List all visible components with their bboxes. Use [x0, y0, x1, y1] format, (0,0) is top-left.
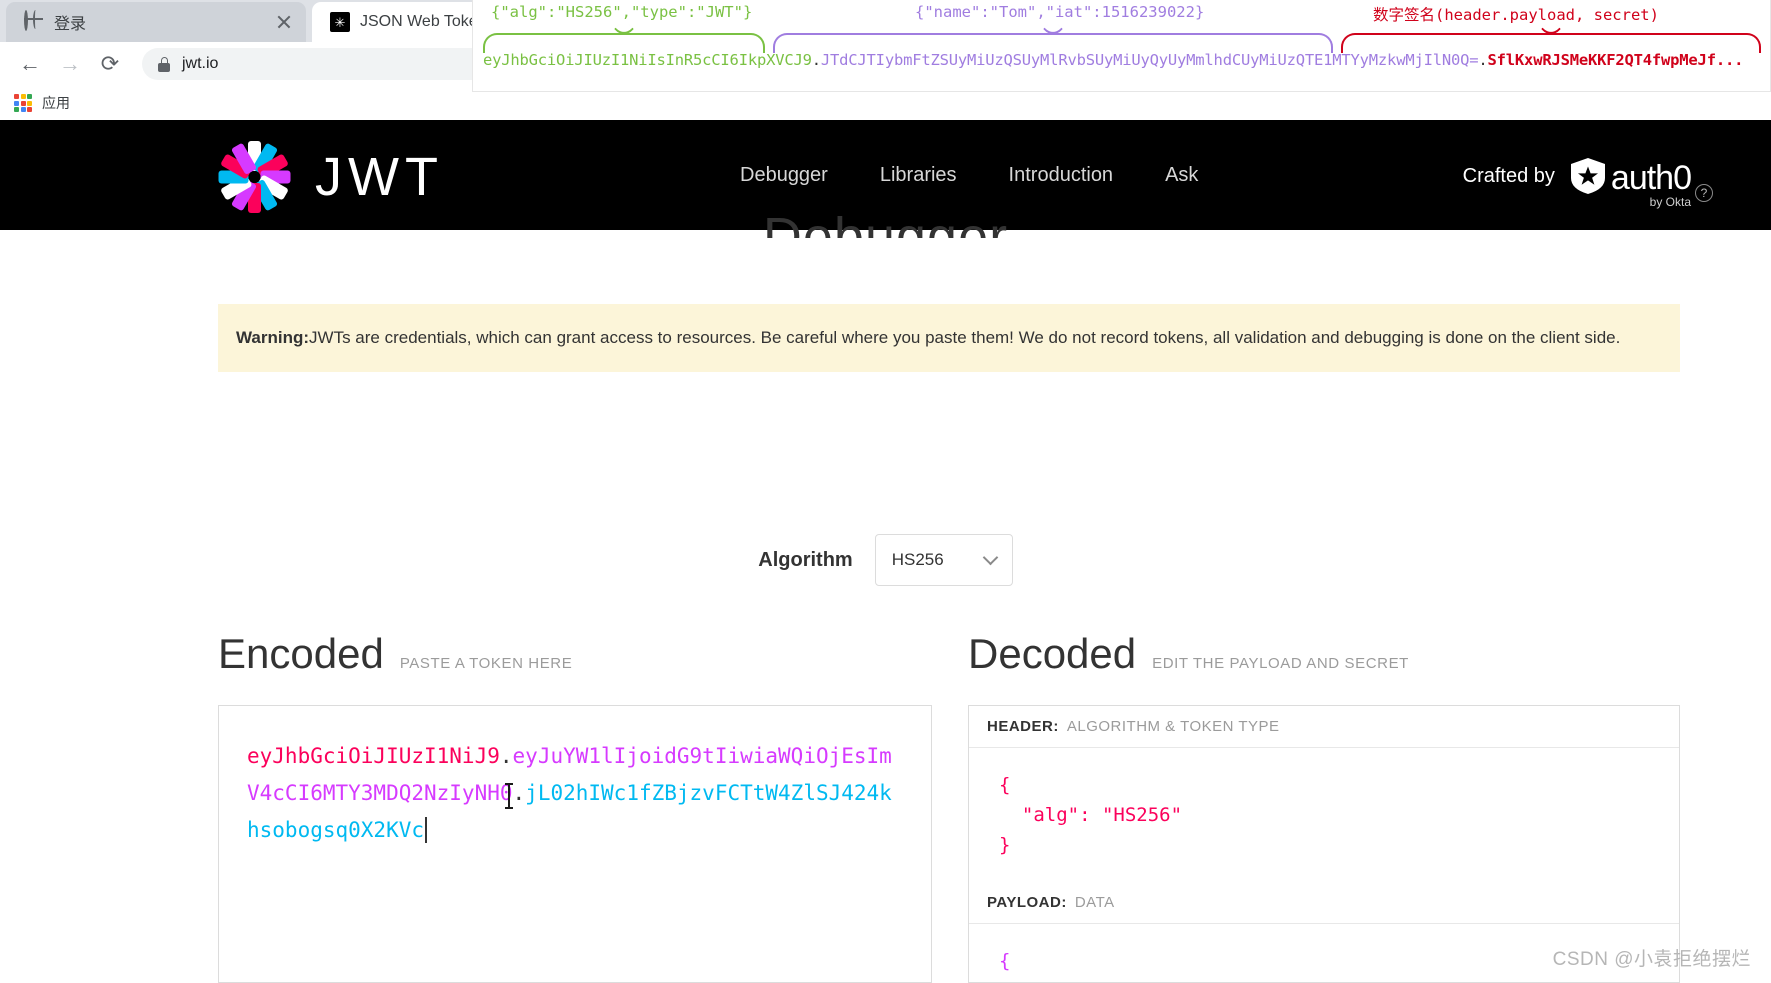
algorithm-row: Algorithm HS256	[0, 534, 1771, 586]
apps-grid-icon[interactable]	[14, 94, 32, 112]
jwt-favicon-icon: ✳	[330, 12, 350, 32]
screen: 登录 ✳ JSON Web Tokens - jwt.io ← → ⟳ jwt.…	[0, 0, 1771, 983]
browser-tab-login[interactable]: 登录	[6, 2, 306, 42]
encoded-panel[interactable]: eyJhbGciOiJIUzI1NiJ9.eyJuYW1lIjoidG9tIiw…	[218, 705, 932, 983]
jwt-logo-icon	[215, 138, 293, 216]
brace-header-icon	[483, 19, 765, 53]
auth0-logo[interactable]: auth0 by Okta	[1570, 158, 1692, 209]
jwt-wordmark: JWT	[315, 147, 444, 207]
help-icon[interactable]: ?	[1695, 184, 1713, 202]
overlay-token-signature: SflKxwRJSMeKKF2QT4fwpMeJf...	[1487, 51, 1744, 69]
encoded-title: Encoded	[218, 630, 384, 677]
decoded-subtitle: EDIT THE PAYLOAD AND SECRET	[1152, 655, 1409, 672]
mouse-ibeam-cursor	[505, 783, 513, 809]
auth0-shield-icon	[1570, 158, 1605, 194]
overlay-token-payload: JTdCJTIybmFtZSUyMiUzQSUyMlRvbSUyMiUyQyUy…	[820, 51, 1479, 69]
site-nav: Debugger Libraries Introduction Ask	[740, 164, 1198, 187]
warning-text: JWTs are credentials, which can grant ac…	[309, 328, 1621, 347]
algorithm-select[interactable]: HS256	[874, 534, 1013, 586]
header-json-code[interactable]: { "alg": "HS256" }	[969, 748, 1679, 882]
header-section-heading: HEADER: ALGORITHM & TOKEN TYPE	[969, 706, 1679, 748]
chevron-down-icon	[982, 549, 998, 566]
encoded-heading: Encoded PASTE A TOKEN HERE	[218, 630, 572, 678]
close-icon[interactable]	[276, 14, 292, 30]
payload-section-heading: PAYLOAD: DATA	[969, 882, 1679, 924]
overlay-header-label: {"alg":"HS256","type":"JWT"}	[491, 3, 753, 21]
token-separator-1: .	[499, 744, 513, 768]
globe-icon	[24, 10, 44, 32]
crafted-by-block: Crafted by auth0 by Okta ?	[1462, 158, 1713, 209]
nav-item-ask[interactable]: Ask	[1165, 164, 1198, 187]
payload-section-value: DATA	[1074, 894, 1115, 911]
tab-title: 登录	[54, 16, 87, 33]
watermark: CSDN @小袁拒绝摆烂	[1552, 949, 1751, 970]
overlay-braces	[473, 19, 1770, 53]
back-icon[interactable]: ←	[10, 44, 50, 84]
header-section-key: HEADER:	[987, 718, 1059, 735]
auth0-wordmark: auth0	[1610, 158, 1692, 197]
decoded-panel: HEADER: ALGORITHM & TOKEN TYPE { "alg": …	[968, 705, 1680, 983]
warning-prefix: Warning:	[236, 328, 310, 347]
text-caret	[425, 817, 427, 843]
token-separator-2: .	[512, 781, 526, 805]
brand[interactable]: JWT	[215, 138, 444, 216]
overlay-payload-label: {"name":"Tom","iat":1516239022}	[915, 3, 1205, 21]
algorithm-selected-value: HS256	[891, 550, 944, 569]
column-headings: Encoded PASTE A TOKEN HERE Decoded EDIT …	[0, 630, 1771, 682]
nav-item-libraries[interactable]: Libraries	[880, 164, 957, 187]
lock-icon	[158, 56, 170, 72]
algorithm-label: Algorithm	[758, 548, 853, 571]
page-content: JWT Debugger Libraries Introduction Ask …	[0, 120, 1771, 983]
warning-banner: Warning: JWTs are credentials, which can…	[218, 304, 1680, 372]
encoded-subtitle: PASTE A TOKEN HERE	[399, 655, 573, 672]
crafted-by-label: Crafted by	[1462, 164, 1555, 187]
page-title: Debugger	[762, 207, 1009, 238]
brace-payload-icon	[773, 19, 1333, 53]
nav-item-debugger[interactable]: Debugger	[740, 164, 828, 187]
jwt-anatomy-overlay-image: {"alg":"HS256","type":"JWT"} {"name":"To…	[472, 0, 1771, 92]
payload-section-key: PAYLOAD:	[987, 894, 1067, 911]
bookmark-apps-label[interactable]: 应用	[42, 93, 70, 113]
decoded-title: Decoded	[968, 630, 1137, 677]
header-section-value: ALGORITHM & TOKEN TYPE	[1066, 718, 1280, 735]
reload-icon[interactable]: ⟳	[90, 44, 130, 84]
url-text: jwt.io	[182, 55, 219, 72]
nav-item-introduction[interactable]: Introduction	[1009, 164, 1114, 187]
forward-icon[interactable]: →	[50, 44, 90, 84]
decoded-heading: Decoded EDIT THE PAYLOAD AND SECRET	[968, 630, 1409, 678]
overlay-token-string: eyJhbGciOiJIUzI1NiIsInR5cCI6IkpXVCJ9.JTd…	[483, 51, 1744, 69]
token-header-segment: eyJhbGciOiJIUzI1NiJ9	[247, 744, 500, 768]
token-input[interactable]: eyJhbGciOiJIUzI1NiJ9.eyJuYW1lIjoidG9tIiw…	[219, 706, 931, 881]
overlay-token-header: eyJhbGciOiJIUzI1NiIsInR5cCI6IkpXVCJ9	[483, 51, 812, 69]
brace-signature-icon	[1341, 19, 1761, 53]
